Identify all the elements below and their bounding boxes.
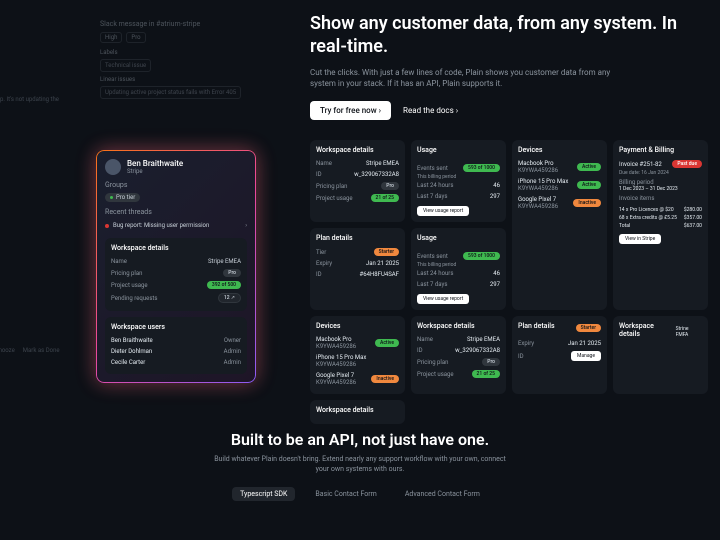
tab-typescript[interactable]: Typescript SDK (232, 487, 295, 501)
workspace-card-2: Workspace details NameStripe EMEA IDw_32… (411, 316, 506, 394)
thread-item[interactable]: Bug report: Missing user permission› (105, 219, 247, 232)
workspace-users-card: Workspace users Ben BraithwaiteOwner Die… (105, 317, 247, 374)
customer-name: Ben Braithwaite (127, 159, 183, 168)
side-actions: Snooze Mark as Done (0, 347, 60, 354)
linear-item: Updating active project status fails wit… (100, 86, 241, 99)
linear-heading: Linear issues (100, 76, 250, 83)
view-usage-button-2[interactable]: View usage report (417, 294, 469, 304)
hero-title: Show any customer data, from any system.… (310, 12, 700, 59)
devices-card: Devices Macbook ProK9YWA459286Active iPh… (512, 140, 607, 310)
card-title: Workspace details (111, 244, 241, 252)
manage-button[interactable]: Manage (571, 351, 601, 361)
cards-grid: Workspace details NameStripe EMEA IDw_32… (310, 140, 710, 424)
built-subtitle: Build whatever Plain doesn't bring. Exte… (210, 455, 510, 475)
built-title: Built to be an API, not just have one. (0, 430, 720, 449)
customer-panel: Ben Braithwaite Stripe Groups Pro tier R… (96, 150, 256, 383)
workspace-card-3: Workspace detailsStrine FMFA (613, 316, 708, 394)
sdk-tabs: Typescript SDK Basic Contact Form Advanc… (0, 487, 720, 501)
tab-basic-form[interactable]: Basic Contact Form (307, 487, 384, 501)
built-section: Built to be an API, not just have one. B… (0, 430, 720, 501)
card-title: Workspace users (111, 323, 241, 331)
billing-card: Payment & Billing Invoice #251-82Past du… (613, 140, 708, 310)
view-usage-button[interactable]: View usage report (417, 206, 469, 216)
hero-subtitle: Cut the clicks. With just a few lines of… (310, 67, 630, 89)
usage-card-2: Usage Events sent593 of 1000 This billin… (411, 228, 506, 310)
tab-advanced-form[interactable]: Advanced Contact Form (397, 487, 488, 501)
hero-section: Show any customer data, from any system.… (310, 12, 700, 120)
mark-done-action[interactable]: Mark as Done (23, 347, 60, 354)
labels-heading: Labels (100, 49, 250, 56)
workspace-card-4: Workspace details (310, 400, 405, 424)
workspace-details-card: Workspace details NameStripe EMEA Pricin… (105, 238, 247, 311)
slack-preview: Slack message in #atrium-stripe High Pro… (100, 20, 250, 103)
avatar (105, 159, 121, 175)
try-free-button[interactable]: Try for free now › (310, 101, 391, 120)
truncated-text: p. It's not updating the (0, 96, 90, 103)
threads-label: Recent threads (105, 208, 247, 216)
plan-card-2: Plan detailsStarter ExpiryJan 21 2025 ID… (512, 316, 607, 394)
slack-title: Slack message in #atrium-stripe (100, 20, 250, 28)
groups-label: Groups (105, 181, 247, 189)
customer-company: Stripe (127, 168, 183, 175)
tier-badge: Pro tier (105, 193, 140, 202)
devices-card-2: Devices Macbook ProK9YWA459286Active iPh… (310, 316, 405, 394)
snooze-action[interactable]: Snooze (0, 347, 15, 354)
label-item: Technical issue (100, 59, 151, 72)
workspace-card: Workspace details NameStripe EMEA IDw_32… (310, 140, 405, 222)
plan-card: Plan details TierStarter ExpiryJan 21 20… (310, 228, 405, 310)
view-stripe-button[interactable]: View in Stripe (619, 234, 661, 244)
slack-tag-high: High (100, 32, 122, 43)
read-docs-link[interactable]: Read the docs (403, 106, 458, 115)
usage-card: Usage Events sent593 of 1000 This billin… (411, 140, 506, 222)
slack-tag-pro: Pro (126, 32, 145, 43)
